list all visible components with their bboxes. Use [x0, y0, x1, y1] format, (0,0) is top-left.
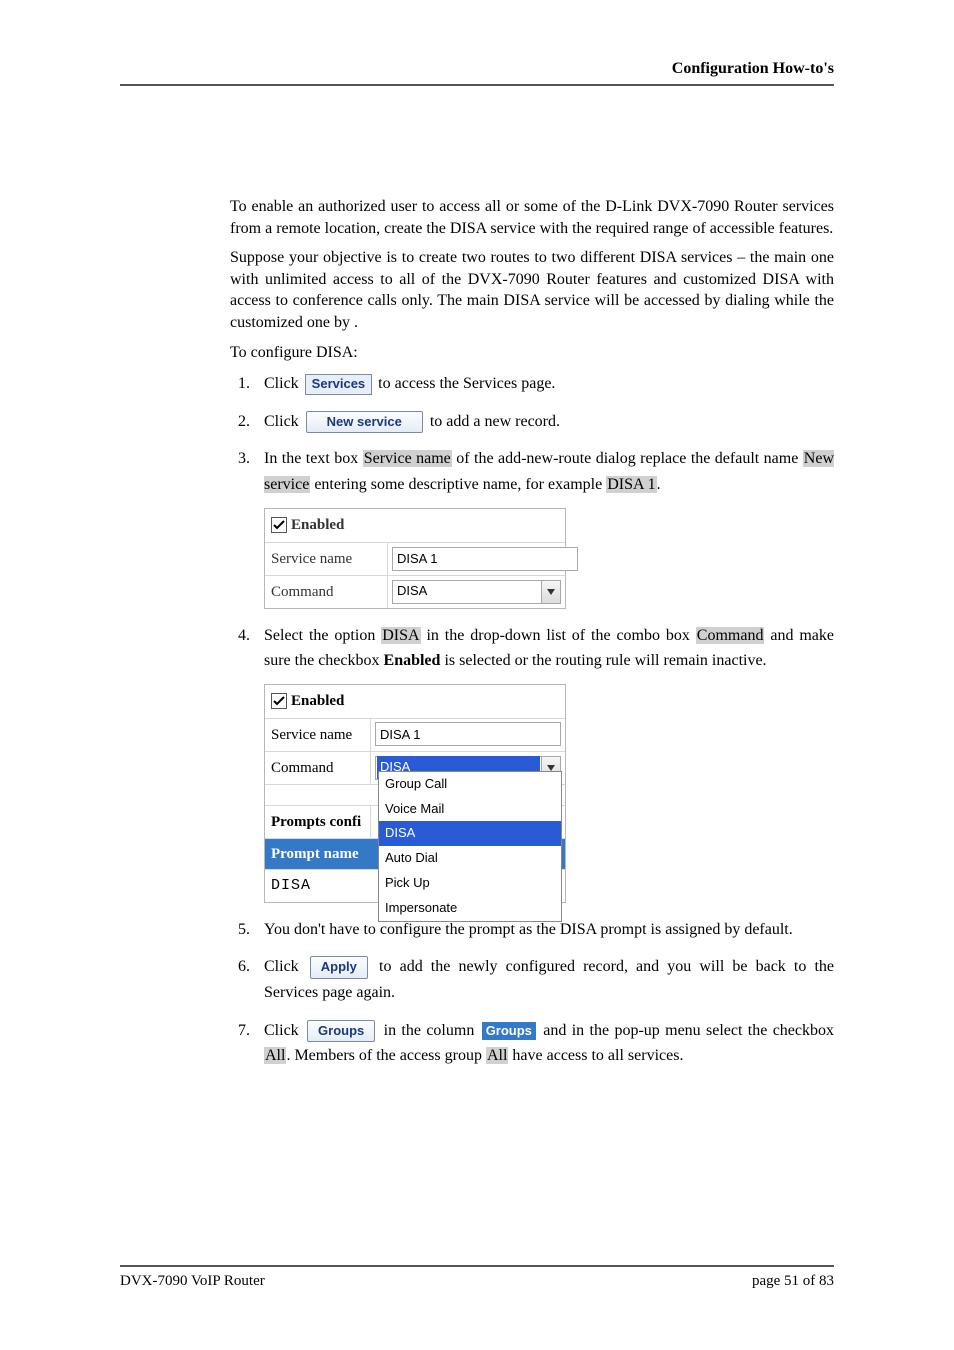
disa1-highlight: DISA 1 — [606, 476, 656, 493]
intro-paragraph-1: To enable an authorized user to access a… — [230, 196, 834, 239]
step-3-post1: entering some descriptive name, for exam… — [310, 476, 606, 493]
step-3-pre: In the text box — [264, 450, 363, 467]
step-1-post: to access the Services page. — [378, 375, 555, 392]
enabled-checkbox-2[interactable]: Enabled — [271, 689, 344, 713]
service-name-input-2[interactable] — [375, 722, 561, 746]
page-footer: DVX-7090 VoIP Router page 51 of 83 — [120, 1273, 834, 1290]
step-4: Select the option DISA in the drop-down … — [254, 623, 834, 903]
enabled-checkbox-1[interactable]: Enabled — [271, 513, 344, 537]
step-2-pre: Click — [264, 413, 303, 430]
command-combo-1[interactable]: DISA — [392, 580, 561, 604]
steps-list: Click Services to access the Services pa… — [230, 371, 834, 1069]
step-4-pre: Select the option — [264, 627, 381, 644]
enabled-bold: Enabled — [384, 652, 441, 669]
step-6-pre: Click — [264, 958, 307, 975]
service-panel-2: Enabled Service name Command — [264, 684, 566, 903]
disa-option-highlight: DISA — [381, 627, 420, 644]
option-auto-dial[interactable]: Auto Dial — [379, 846, 561, 871]
command-dropdown-list[interactable]: Group Call Voice Mail DISA Auto Dial Pic… — [378, 771, 562, 922]
header-rule — [120, 84, 834, 86]
content-area: To enable an authorized user to access a… — [230, 196, 834, 1069]
services-button[interactable]: Services — [305, 374, 373, 395]
command-highlight: Command — [696, 627, 765, 644]
groups-column-header: Groups — [482, 1022, 536, 1041]
intro-paragraph-2: Suppose your objective is to create two … — [230, 247, 834, 333]
step-7-mid1: in the column — [384, 1022, 480, 1039]
step-2-post: to add a new record. — [430, 413, 560, 430]
check-icon — [271, 517, 287, 533]
service-name-label-1: Service name — [265, 543, 387, 575]
prompts-confi-label: Prompts confi — [265, 805, 371, 838]
command-label-1: Command — [265, 576, 387, 608]
option-disa[interactable]: DISA — [379, 821, 561, 846]
groups-button[interactable]: Groups — [307, 1020, 375, 1043]
check-icon — [271, 693, 287, 709]
option-voice-mail[interactable]: Voice Mail — [379, 797, 561, 822]
step-6: Click Apply to add the newly configured … — [254, 954, 834, 1005]
option-impersonate[interactable]: Impersonate — [379, 896, 561, 921]
service-panel-1: Enabled Service name Command — [264, 508, 566, 609]
all-checkbox-highlight: All — [264, 1047, 286, 1064]
step-4-mid1: in the drop-down list of the combo box — [421, 627, 696, 644]
service-name-input-1[interactable] — [392, 547, 578, 571]
new-service-button[interactable]: New service — [306, 411, 423, 434]
footer-right: page 51 of 83 — [752, 1273, 834, 1290]
step-3-tail: . — [657, 476, 661, 493]
apply-button[interactable]: Apply — [310, 956, 368, 979]
chevron-down-icon — [541, 581, 560, 603]
service-name-highlight: Service name — [363, 450, 452, 467]
all-group-highlight: All — [486, 1047, 508, 1064]
step-4-post: is selected or the routing rule will rem… — [440, 652, 766, 669]
step-7-post: have access to all services. — [508, 1047, 683, 1064]
step-3: In the text box Service name of the add-… — [254, 446, 834, 608]
step-7-mid3: . Members of the access group — [286, 1047, 486, 1064]
step-7-pre: Click — [264, 1022, 304, 1039]
command-label-2: Command — [265, 751, 371, 784]
step-3-mid: of the add-new-route dialog replace the … — [452, 450, 803, 467]
step-7-mid2: and in the pop-up menu select the checkb… — [543, 1022, 834, 1039]
step-1: Click Services to access the Services pa… — [254, 371, 834, 397]
service-name-label-2: Service name — [265, 718, 371, 751]
footer-left: DVX-7090 VoIP Router — [120, 1273, 265, 1290]
command-value-1: DISA — [393, 581, 541, 602]
enabled-label-1: Enabled — [291, 513, 344, 537]
option-group-call[interactable]: Group Call — [379, 772, 561, 797]
step-1-pre: Click — [264, 375, 303, 392]
step-2: Click New service to add a new record. — [254, 409, 834, 435]
step-7: Click Groups in the column Groups and in… — [254, 1018, 834, 1069]
intro-paragraph-3: To configure DISA: — [230, 342, 834, 364]
page-header: Configuration How-to's — [120, 60, 834, 78]
enabled-label-2: Enabled — [291, 689, 344, 713]
option-pick-up[interactable]: Pick Up — [379, 871, 561, 896]
footer-rule — [120, 1265, 834, 1267]
